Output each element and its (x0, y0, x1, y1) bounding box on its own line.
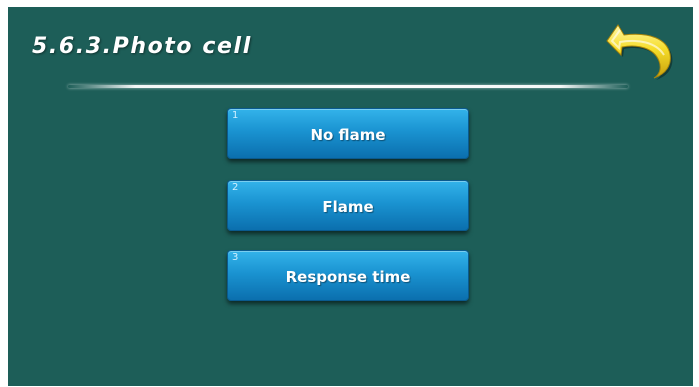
menu-item-label: No flame (310, 126, 386, 144)
menu-item-label: Response time (285, 268, 411, 286)
screen: 5.6.3.Photo cell 1 No flame 2 Flame 3 Re… (8, 7, 693, 386)
menu-button-flame[interactable]: 2 Flame (227, 180, 469, 231)
title-divider (68, 85, 628, 88)
page-title: 5.6.3.Photo cell (32, 34, 252, 59)
back-arrow-icon (606, 24, 673, 80)
menu-button-response-time[interactable]: 3 Response time (227, 250, 469, 301)
back-button[interactable] (604, 17, 674, 81)
menu-button-no-flame[interactable]: 1 No flame (227, 108, 469, 159)
menu-item-label: Flame (322, 198, 374, 216)
